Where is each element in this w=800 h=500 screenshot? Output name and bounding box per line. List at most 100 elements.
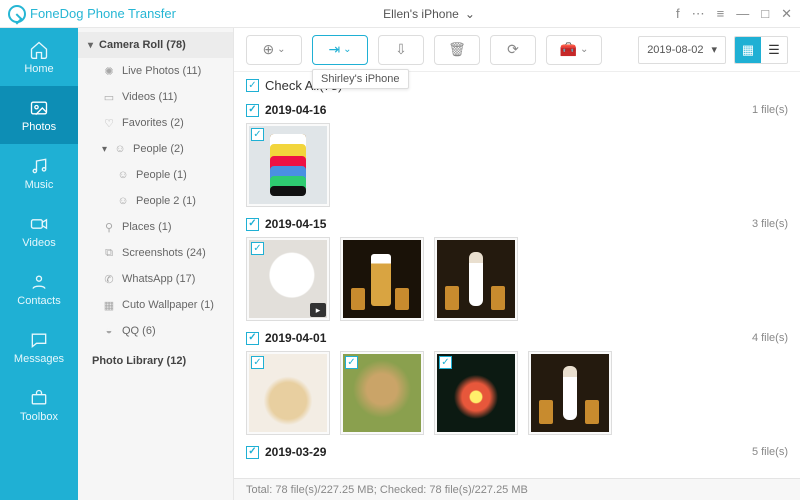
- sidebar-people-2[interactable]: ☺People 2 (1): [78, 188, 233, 214]
- menu-icon[interactable]: ≡: [717, 6, 725, 22]
- sidebar-favorites[interactable]: ♡Favorites (2): [78, 110, 233, 136]
- group-checkbox[interactable]: ✓: [246, 218, 259, 231]
- photo-thumb[interactable]: ✓: [340, 237, 424, 321]
- sidebar-people-1[interactable]: ☺People (1): [78, 162, 233, 188]
- photo-thumb[interactable]: ✓▸: [246, 237, 330, 321]
- music-icon: [27, 155, 51, 177]
- date-filter[interactable]: 2019-08-02▾: [638, 36, 726, 64]
- nav-messages[interactable]: Messages: [0, 318, 78, 376]
- add-button[interactable]: ⊕⌄: [246, 35, 302, 65]
- grid-view-button[interactable]: ▦: [735, 37, 761, 63]
- thumb-image: [531, 354, 609, 432]
- photos-icon: [27, 97, 51, 119]
- whatsapp-icon: ✆: [102, 272, 116, 286]
- nav-contacts[interactable]: Contacts: [0, 260, 78, 318]
- main-nav: Home Photos Music Videos Contacts Messag…: [0, 28, 78, 500]
- nav-photos[interactable]: Photos: [0, 86, 78, 144]
- export-to-pc-button[interactable]: ⇩: [378, 35, 424, 65]
- photo-thumb[interactable]: ✓: [434, 351, 518, 435]
- photo-thumb[interactable]: ✓: [528, 351, 612, 435]
- sidebar-whatsapp[interactable]: ✆WhatsApp (17): [78, 266, 233, 292]
- group-date: 2019-04-16: [265, 103, 326, 117]
- thumb-checkbox[interactable]: ✓: [251, 356, 264, 369]
- sidebar-qq[interactable]: ◒QQ (6): [78, 318, 233, 344]
- live-photos-icon: ✺: [102, 64, 116, 78]
- chevron-down-icon: ⌄: [465, 7, 475, 21]
- thumb-row: ✓: [246, 123, 788, 207]
- sidebar-people[interactable]: ▾☺People (2): [78, 136, 233, 162]
- messages-icon: [27, 329, 51, 351]
- facebook-icon[interactable]: f: [676, 6, 680, 22]
- pc-icon: ⇩: [395, 41, 407, 58]
- list-view-button[interactable]: ☰: [761, 37, 787, 63]
- photo-group: ✓2019-03-295 file(s): [246, 445, 788, 459]
- caret-down-icon: ▾: [88, 40, 93, 51]
- more-tools-button[interactable]: 🧰⌄: [546, 35, 602, 65]
- videos-icon: [27, 213, 51, 235]
- app-logo: FoneDog Phone Transfer: [8, 5, 176, 23]
- minimize-icon[interactable]: ―: [736, 6, 749, 22]
- group-header[interactable]: ✓ 2019-04-01 4 file(s): [246, 331, 788, 345]
- feedback-icon[interactable]: ⋯: [692, 6, 705, 22]
- chevron-down-icon: ⌄: [277, 44, 285, 55]
- refresh-icon: ⟳: [507, 41, 519, 58]
- thumb-checkbox[interactable]: ✓: [251, 128, 264, 141]
- photo-thumb[interactable]: ✓: [246, 351, 330, 435]
- group-count: 4 file(s): [752, 332, 788, 344]
- sidebar-cuto[interactable]: ▦Cuto Wallpaper (1): [78, 292, 233, 318]
- heart-icon: ♡: [102, 116, 116, 130]
- person-icon: ☺: [116, 194, 130, 208]
- qq-icon: ◒: [102, 324, 116, 338]
- sidebar-live-photos[interactable]: ✺Live Photos (11): [78, 58, 233, 84]
- delete-button[interactable]: 🗑: [434, 35, 480, 65]
- sidebar-screenshots[interactable]: ⧉Screenshots (24): [78, 240, 233, 266]
- group-checkbox[interactable]: ✓: [246, 332, 259, 345]
- person-icon: ☺: [116, 168, 130, 182]
- toolbox-icon: 🧰: [560, 41, 577, 58]
- nav-music[interactable]: Music: [0, 144, 78, 202]
- thumb-row: ✓ ✓ ✓ ✓: [246, 351, 788, 435]
- nav-videos[interactable]: Videos: [0, 202, 78, 260]
- sidebar-videos[interactable]: ▭Videos (11): [78, 84, 233, 110]
- group-header[interactable]: ✓2019-04-153 file(s): [246, 217, 788, 231]
- app-title: FoneDog Phone Transfer: [30, 6, 176, 21]
- photo-thumb[interactable]: ✓: [434, 237, 518, 321]
- maximize-icon[interactable]: □: [761, 6, 769, 22]
- photo-thumb[interactable]: ✓: [246, 123, 330, 207]
- thumb-checkbox[interactable]: ✓: [439, 356, 452, 369]
- group-date: 2019-03-29: [265, 445, 326, 459]
- thumb-image: [437, 240, 515, 318]
- photo-group: ✓2019-04-014 file(s)✓✓✓✓: [246, 331, 788, 435]
- photo-thumb[interactable]: ✓: [340, 351, 424, 435]
- group-checkbox[interactable]: ✓: [246, 446, 259, 459]
- plus-icon: ⊕: [262, 41, 274, 58]
- wallpaper-icon: ▦: [102, 298, 116, 312]
- thumb-checkbox[interactable]: ✓: [251, 242, 264, 255]
- thumb-row: ✓▸✓✓: [246, 237, 788, 321]
- screenshots-icon: ⧉: [102, 246, 116, 260]
- toolbar: ⊕⌄ ⇥⌄ ⇩ 🗑 ⟳ 🧰⌄ 2019-08-02▾ ▦ ☰: [234, 28, 800, 72]
- sidebar-camera-roll[interactable]: ▾Camera Roll (78): [78, 32, 233, 58]
- phone-icon: ⇥: [328, 41, 340, 58]
- group-checkbox[interactable]: ✓: [246, 104, 259, 117]
- sidebar-places[interactable]: ⚲Places (1): [78, 214, 233, 240]
- photo-group: ✓2019-04-161 file(s)✓: [246, 103, 788, 207]
- contacts-icon: [27, 271, 51, 293]
- thumb-checkbox[interactable]: ✓: [345, 356, 358, 369]
- close-icon[interactable]: ✕: [781, 6, 792, 22]
- window-controls: f ⋯ ≡ ― □ ✕: [676, 6, 792, 22]
- sidebar-photo-library[interactable]: Photo Library (12): [78, 348, 233, 374]
- nav-toolbox[interactable]: Toolbox: [0, 376, 78, 434]
- group-header[interactable]: ✓2019-03-295 file(s): [246, 445, 788, 459]
- nav-home[interactable]: Home: [0, 28, 78, 86]
- refresh-button[interactable]: ⟳: [490, 35, 536, 65]
- group-count: 3 file(s): [752, 218, 788, 230]
- group-header[interactable]: ✓2019-04-161 file(s): [246, 103, 788, 117]
- transfer-to-device-button[interactable]: ⇥⌄: [312, 35, 368, 65]
- photo-group: ✓2019-04-153 file(s)✓▸✓✓: [246, 217, 788, 321]
- toolbox-icon: [27, 387, 51, 409]
- device-selector[interactable]: Ellen's iPhone ⌄: [377, 7, 475, 21]
- transfer-tooltip[interactable]: Shirley's iPhone: [312, 69, 409, 89]
- check-all-checkbox[interactable]: ✓: [246, 79, 259, 92]
- group-date: 2019-04-01: [265, 331, 326, 345]
